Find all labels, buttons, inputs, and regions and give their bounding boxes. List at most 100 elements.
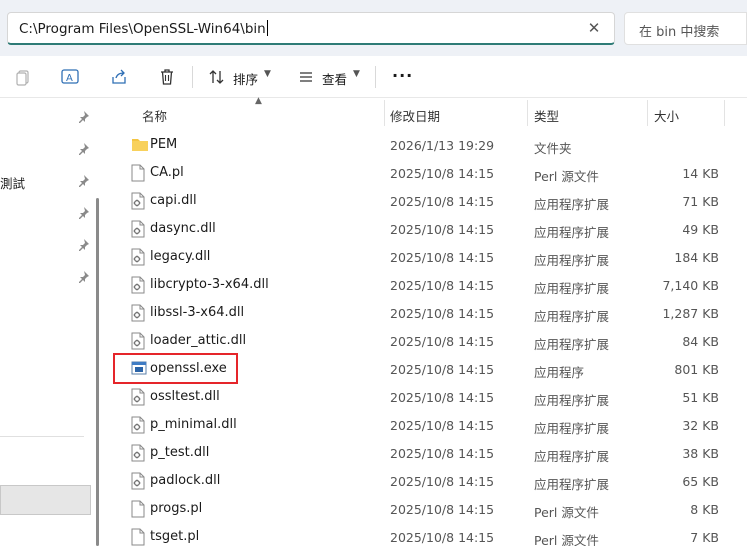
file-size: 38 KB bbox=[682, 446, 719, 461]
file-row[interactable]: capi.dll 2025/10/8 14:15 应用程序扩展 71 KB bbox=[104, 187, 747, 215]
column-header-row: 名称 修改日期 类型 大小 bbox=[104, 98, 747, 128]
address-bar[interactable]: C:\Program Files\OpenSSL-Win64\bin ✕ bbox=[7, 12, 615, 45]
rename-icon[interactable]: A bbox=[59, 66, 81, 88]
file-size: 7,140 KB bbox=[662, 278, 719, 293]
file-type: 应用程序扩展 bbox=[534, 197, 610, 212]
pin-icon[interactable] bbox=[76, 174, 90, 188]
sidebar-item-selected[interactable] bbox=[0, 485, 91, 515]
dll-icon bbox=[131, 416, 147, 434]
delete-icon[interactable] bbox=[156, 66, 178, 88]
file-row[interactable]: dasync.dll 2025/10/8 14:15 应用程序扩展 49 KB bbox=[104, 215, 747, 243]
file-name: PEM bbox=[150, 137, 178, 152]
address-path[interactable]: C:\Program Files\OpenSSL-Win64\bin bbox=[19, 20, 268, 37]
column-header-name[interactable]: 名称 bbox=[142, 106, 167, 125]
file-row[interactable]: PEM 2026/1/13 19:29 文件夹 bbox=[104, 131, 747, 159]
sort-button[interactable]: 排序 bbox=[233, 69, 258, 88]
file-name: p_test.dll bbox=[150, 445, 210, 460]
dll-icon bbox=[131, 332, 147, 350]
file-type: 应用程序扩展 bbox=[534, 393, 610, 408]
file-size: 51 KB bbox=[682, 390, 719, 405]
file-modified-date: 2025/10/8 14:15 bbox=[390, 502, 495, 517]
file-type: 应用程序扩展 bbox=[534, 225, 610, 240]
file-name: CA.pl bbox=[150, 165, 184, 180]
command-bar: A 排序 ▼ 查看 ▼ ··· bbox=[0, 56, 747, 98]
file-name: legacy.dll bbox=[150, 249, 211, 264]
file-size: 801 KB bbox=[674, 362, 719, 377]
column-separator[interactable] bbox=[384, 100, 385, 126]
file-name: capi.dll bbox=[150, 193, 197, 208]
column-header-date[interactable]: 修改日期 bbox=[390, 106, 440, 125]
file-size: 7 KB bbox=[690, 530, 719, 545]
dll-icon bbox=[131, 276, 147, 294]
file-size: 1,287 KB bbox=[662, 306, 719, 321]
column-header-size[interactable]: 大小 bbox=[654, 106, 679, 125]
copy-icon[interactable] bbox=[12, 66, 34, 88]
dll-icon bbox=[131, 388, 147, 406]
file-type: 应用程序扩展 bbox=[534, 253, 610, 268]
file-row[interactable]: ossltest.dll 2025/10/8 14:15 应用程序扩展 51 KB bbox=[104, 383, 747, 411]
column-separator[interactable] bbox=[724, 100, 725, 126]
file-icon bbox=[131, 500, 147, 518]
file-size: 184 KB bbox=[674, 250, 719, 265]
pin-icon[interactable] bbox=[76, 142, 90, 156]
file-row[interactable]: legacy.dll 2025/10/8 14:15 应用程序扩展 184 KB bbox=[104, 243, 747, 271]
file-row[interactable]: CA.pl 2025/10/8 14:15 Perl 源文件 14 KB bbox=[104, 159, 747, 187]
file-type: 应用程序扩展 bbox=[534, 309, 610, 324]
file-row[interactable]: progs.pl 2025/10/8 14:15 Perl 源文件 8 KB bbox=[104, 495, 747, 523]
view-button[interactable]: 查看 bbox=[322, 69, 347, 88]
dll-icon bbox=[131, 192, 147, 210]
chevron-down-icon[interactable]: ▼ bbox=[353, 69, 360, 79]
file-modified-date: 2025/10/8 14:15 bbox=[390, 166, 495, 181]
top-bar: C:\Program Files\OpenSSL-Win64\bin ✕ 在 b… bbox=[0, 0, 747, 56]
file-row[interactable]: libcrypto-3-x64.dll 2025/10/8 14:15 应用程序扩展… bbox=[104, 271, 747, 299]
file-size: 71 KB bbox=[682, 194, 719, 209]
file-modified-date: 2025/10/8 14:15 bbox=[390, 474, 495, 489]
file-type: Perl 源文件 bbox=[534, 505, 599, 520]
file-row[interactable]: padlock.dll 2025/10/8 14:15 应用程序扩展 65 KB bbox=[104, 467, 747, 495]
file-modified-date: 2025/10/8 14:15 bbox=[390, 446, 495, 461]
share-icon[interactable] bbox=[108, 66, 130, 88]
folder-icon bbox=[131, 136, 148, 154]
dll-icon bbox=[131, 248, 147, 266]
file-row[interactable]: loader_attic.dll 2025/10/8 14:15 应用程序扩展 84 … bbox=[104, 327, 747, 355]
column-header-type[interactable]: 类型 bbox=[534, 106, 559, 125]
file-name: loader_attic.dll bbox=[150, 333, 247, 348]
sidebar-scrollbar[interactable] bbox=[96, 198, 99, 546]
toolbar-separator bbox=[375, 66, 376, 88]
file-modified-date: 2025/10/8 14:15 bbox=[390, 362, 495, 377]
highlight-box bbox=[113, 353, 238, 384]
column-separator[interactable] bbox=[647, 100, 648, 126]
search-input[interactable]: 在 bin 中搜索 bbox=[624, 12, 747, 45]
file-modified-date: 2025/10/8 14:15 bbox=[390, 390, 495, 405]
file-modified-date: 2025/10/8 14:15 bbox=[390, 250, 495, 265]
chevron-down-icon[interactable]: ▼ bbox=[264, 69, 271, 79]
file-name: libcrypto-3-x64.dll bbox=[150, 277, 269, 292]
clear-address-button[interactable]: ✕ bbox=[584, 18, 604, 38]
file-type: 应用程序 bbox=[534, 365, 585, 380]
more-options-icon[interactable]: ··· bbox=[392, 66, 413, 85]
file-type: 应用程序扩展 bbox=[534, 281, 610, 296]
sort-icon[interactable] bbox=[206, 66, 228, 88]
dll-icon bbox=[131, 304, 147, 322]
sidebar-item-label[interactable]: 測試 bbox=[0, 173, 25, 192]
file-row[interactable]: tsget.pl 2025/10/8 14:15 Perl 源文件 7 KB bbox=[104, 523, 747, 546]
toolbar-separator bbox=[192, 66, 193, 88]
file-modified-date: 2025/10/8 14:15 bbox=[390, 194, 495, 209]
file-row[interactable]: libssl-3-x64.dll 2025/10/8 14:15 应用程序扩展 1,2… bbox=[104, 299, 747, 327]
pin-icon[interactable] bbox=[76, 206, 90, 220]
file-name: ossltest.dll bbox=[150, 389, 220, 404]
file-size: 65 KB bbox=[682, 474, 719, 489]
sidebar-divider bbox=[0, 436, 84, 437]
file-modified-date: 2025/10/8 14:15 bbox=[390, 530, 495, 545]
pin-icon[interactable] bbox=[76, 110, 90, 124]
file-row[interactable]: p_test.dll 2025/10/8 14:15 应用程序扩展 38 KB bbox=[104, 439, 747, 467]
file-row[interactable]: p_minimal.dll 2025/10/8 14:15 应用程序扩展 32 KB bbox=[104, 411, 747, 439]
pin-icon[interactable] bbox=[76, 238, 90, 252]
file-type: 应用程序扩展 bbox=[534, 421, 610, 436]
file-type: Perl 源文件 bbox=[534, 169, 599, 184]
view-icon[interactable] bbox=[295, 66, 317, 88]
column-separator[interactable] bbox=[527, 100, 528, 126]
file-name: dasync.dll bbox=[150, 221, 216, 236]
file-name: padlock.dll bbox=[150, 473, 221, 488]
pin-icon[interactable] bbox=[76, 270, 90, 284]
